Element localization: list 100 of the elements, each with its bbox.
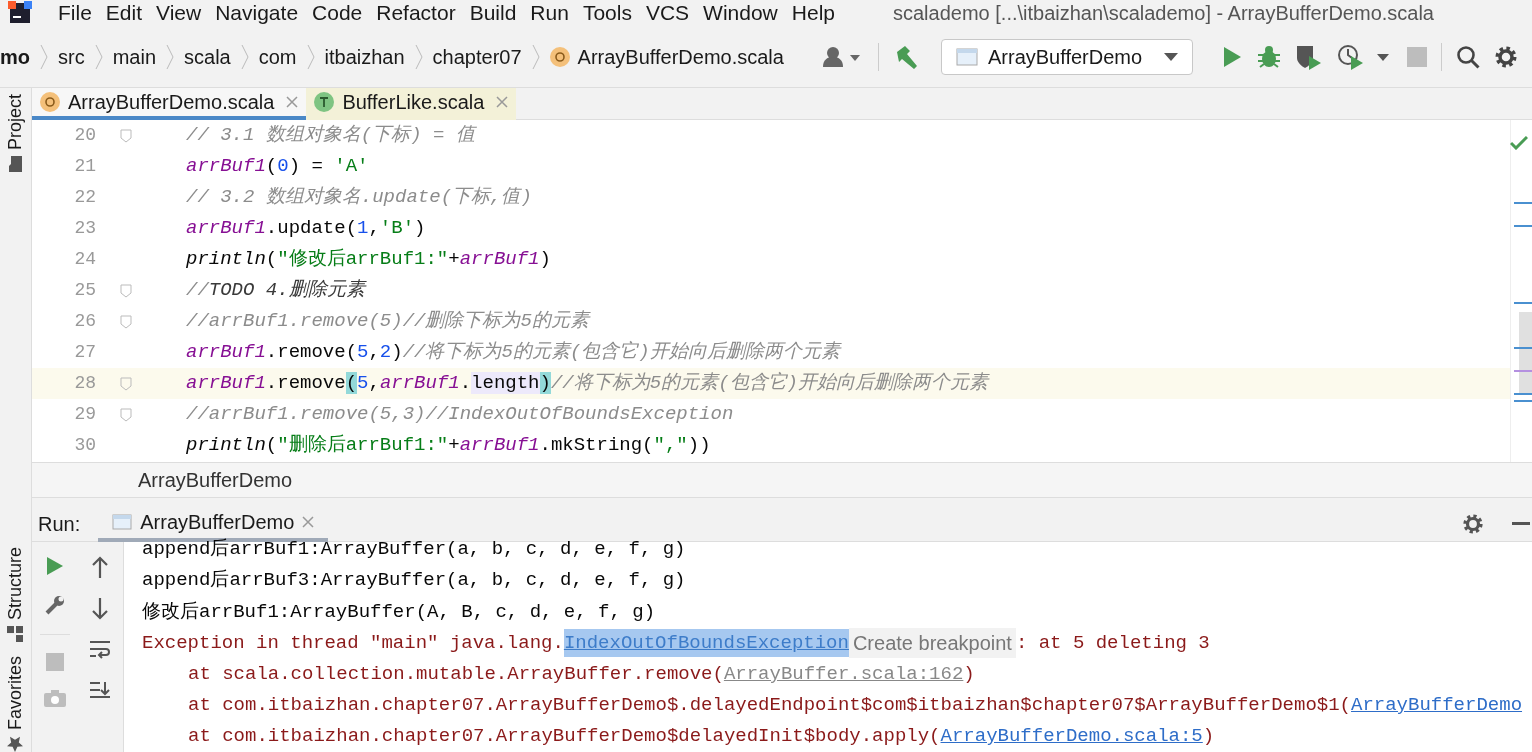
line-number: 30 [73,434,96,457]
soft-wrap-icon[interactable] [89,640,112,660]
menu-item[interactable]: Navigate [215,0,299,29]
menu-item[interactable]: Run [530,0,569,29]
chevron-icon [306,43,315,70]
scroll-to-end-icon[interactable] [89,680,112,700]
fold-marker-icon[interactable] [120,407,132,422]
run-icon[interactable] [1221,45,1243,68]
console-text: ) [1202,724,1215,750]
console-line: 修改后arrBuf1:ArrayBuffer(A, B, c, d, e, f, g) [142,599,656,625]
fold-marker-icon[interactable] [120,283,132,298]
fold-marker-icon[interactable] [120,376,132,391]
create-breakpoint-tooltip: Create breakpoint [848,628,1016,658]
minimize-icon[interactable] [1512,521,1530,526]
source-link[interactable]: ArrayBuffer.scala:162 [723,659,964,689]
folder-icon [7,156,24,173]
menu-item[interactable]: View [156,0,202,29]
trait-file-icon [314,92,335,112]
chevron-icon [531,43,540,70]
breadcrumb-item[interactable]: main [112,41,157,72]
code-line: //arrBuf1.remove(5,3)//IndexOutOfBoundsException [186,402,734,428]
settings-icon[interactable] [1494,44,1518,69]
fold-marker-icon[interactable] [120,128,132,143]
console-text: Exception in thread "main" java.lang. [142,630,564,656]
window-icon [112,513,133,530]
console-line: append后arrBuf3:ArrayBuffer(a, b, c, d, e, f, g) [142,568,686,594]
menu-item[interactable]: Edit [105,0,143,29]
code-line: // 3.2 数组对象名.update(下标,值) [186,185,532,211]
code-line: arrBuf1.remove(5,arrBuf1.length)//将下标为5的元素(包含它)开始向后删除两个元素 [186,371,988,397]
chevron-icon [240,43,249,70]
menu-item[interactable]: VCS [645,0,690,29]
caret-icon [1164,51,1178,62]
line-number: 21 [73,155,96,178]
check-icon [1510,136,1528,150]
side-tab[interactable]: Favorites [2,655,29,752]
rerun-icon[interactable] [45,556,64,576]
star-icon [7,736,24,752]
search-icon[interactable] [1456,44,1480,69]
coverage-icon[interactable] [1295,43,1323,70]
close-icon[interactable] [302,515,315,528]
editor-tab[interactable]: BufferLike.scala [306,88,517,120]
source-link[interactable]: ArrayBufferDemo [1351,691,1523,720]
menu-item[interactable]: Window [703,0,778,29]
console-text: ) [963,661,975,687]
scrollbar-thumb[interactable] [1519,312,1532,394]
console-text: at com.itbaizhan.chapter07.ArrayBufferDemo$delayedInit$body.apply( [188,724,941,750]
menu-item[interactable]: Code [312,0,363,29]
fold-marker-icon[interactable] [120,314,132,329]
breadcrumb-item[interactable]: itbaizhan [324,41,405,72]
chevron-icon [40,43,48,70]
window-icon [956,47,978,66]
source-link[interactable]: ArrayBufferDemo.scala:5 [940,722,1203,751]
menu-item[interactable]: Refactor [376,0,456,29]
line-number: 24 [73,248,96,271]
side-tab[interactable]: Project [2,94,29,173]
settings-icon[interactable] [1462,512,1484,535]
chevron-icon [94,43,103,70]
console-text: at com.itbaizhan.chapter07.ArrayBufferDemo$.delayedEndpoint$com$itbaizhan$chapter07$ArrayBufferDemo$1( [188,693,1351,718]
code-line: println("删除后arrBuf1:"+arrBuf1.mkString(",")) [186,433,711,459]
line-number: 20 [73,124,96,147]
close-icon[interactable] [286,96,299,108]
code-line: arrBuf1.update(1,'B') [186,216,426,242]
menu-item[interactable]: Build [469,0,517,29]
camera-icon[interactable] [43,689,66,707]
code-line: // 3.1 数组对象名(下标) = 值 [186,123,475,149]
code-line: arrBuf1.remove(5,2)//将下标为5的元素(包含它)开始向后删除两个元素 [186,340,840,366]
breadcrumb-item[interactable]: com [258,41,297,72]
line-number: 28 [73,372,96,395]
menu-item[interactable]: Tools [582,0,632,29]
structure-icon [7,625,24,642]
run-configuration-dropdown[interactable]: ArrayBufferDemo [941,38,1193,75]
console-text: at scala.collection.mutable.ArrayBuffer.remove( [188,661,724,687]
run-panel-label: Run: [38,511,81,537]
close-icon[interactable] [496,96,509,108]
line-number: 29 [73,403,96,426]
code-line: arrBuf1(0) = 'A' [186,154,369,180]
breadcrumb-item[interactable]: chapter07 [432,41,522,72]
menu-item[interactable]: Help [791,0,835,29]
editor-tab[interactable]: ArrayBufferDemo.scala [32,88,307,120]
breadcrumb-item[interactable]: scala [184,41,231,72]
stop-icon[interactable] [1407,46,1427,67]
breadcrumb-item[interactable]: ArrayBufferDemo.scala [549,41,784,72]
up-arrow-icon[interactable] [91,556,110,578]
breadcrumb-item[interactable]: mo [0,41,30,72]
stop-icon[interactable] [45,653,64,671]
console-text: : at 5 deleting 3 [1015,630,1210,656]
side-tab[interactable]: Structure [2,546,29,642]
line-number: 26 [73,310,96,333]
breadcrumb-item[interactable]: src [58,41,85,72]
line-number: 23 [73,217,96,240]
chevron-icon [414,43,423,70]
code-line: println("修改后arrBuf1:"+arrBuf1) [186,247,551,273]
line-number: 25 [73,279,96,302]
object-file-icon [40,92,60,112]
menu-item[interactable]: File [58,0,92,29]
object-file-icon [549,46,570,67]
wrench-icon[interactable] [43,594,66,616]
bug-icon[interactable] [1257,44,1281,69]
down-arrow-icon[interactable] [91,598,110,620]
structure-breadcrumb[interactable]: ArrayBufferDemo [138,465,293,495]
